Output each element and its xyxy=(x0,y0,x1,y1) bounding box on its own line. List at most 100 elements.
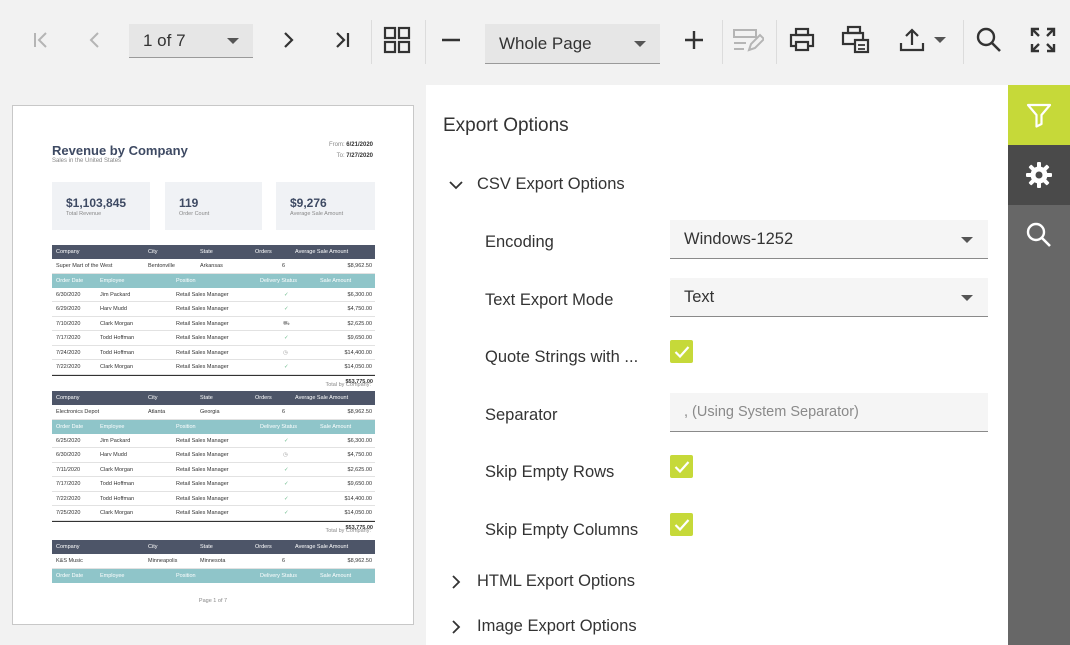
report-title: Revenue by Company xyxy=(52,143,188,158)
print-page-icon xyxy=(841,25,870,54)
zoom-selector[interactable]: Whole Page xyxy=(485,24,660,64)
order-row: 6/30/2020 Jim Packard Retail Sales Manager… xyxy=(52,288,375,302)
toolbar-divider xyxy=(425,20,426,64)
zoom-in-icon xyxy=(685,31,703,49)
order-row: 7/24/2020 Todd Hoffman Retail Sales Manage… xyxy=(52,346,375,360)
company-header-row: Company City State Orders Average Sale A… xyxy=(52,540,375,554)
report-group: Company City State Orders Average Sale A… xyxy=(52,540,375,583)
check-icon: ✓ xyxy=(284,291,289,298)
check-icon: ✓ xyxy=(284,364,289,370)
image-export-section-header[interactable]: Image Export Options xyxy=(444,617,637,636)
zoom-out-button[interactable] xyxy=(433,22,469,58)
editing-fields-button[interactable] xyxy=(730,22,766,58)
order-row: 6/29/2020 Harv Mudd Retail Sales Manager ✓ $… xyxy=(52,302,375,317)
company-header-row: Company City State Orders Average Sale A… xyxy=(52,391,375,405)
csv-section-label: CSV Export Options xyxy=(477,175,625,193)
toolbar-divider xyxy=(371,20,372,64)
filter-icon xyxy=(1026,103,1052,128)
page-selector[interactable]: 1 of 7 xyxy=(129,24,253,58)
chevron-down-icon xyxy=(634,40,646,47)
zoom-out-icon xyxy=(442,38,460,42)
check-icon: ✓ xyxy=(284,437,289,444)
gear-icon xyxy=(1026,162,1052,188)
chevron-right-icon xyxy=(444,574,468,589)
skip-empty-columns-checkbox[interactable] xyxy=(670,513,693,536)
page-footer: Page 1 of 7 xyxy=(198,598,228,604)
export-button[interactable] xyxy=(892,22,952,58)
tab-panel-sidebar xyxy=(1008,85,1070,645)
previous-page-button[interactable] xyxy=(77,22,113,58)
print-button[interactable] xyxy=(784,22,820,58)
order-row: 7/22/2020 Clark Morgan Retail Sales Manage… xyxy=(52,360,375,375)
search-icon xyxy=(1026,222,1051,247)
multipage-button[interactable] xyxy=(379,22,415,58)
chevron-down-icon xyxy=(227,37,239,44)
report-date-to: To: 7/27/2020 xyxy=(336,153,373,159)
report-group: Company City State Orders Average Sale A… xyxy=(52,245,375,388)
check-icon: ✓ xyxy=(284,495,289,502)
report-group: Company City State Orders Average Sale A… xyxy=(52,391,375,534)
image-section-label: Image Export Options xyxy=(477,617,637,635)
report-page: Revenue by Company Sales in the United S… xyxy=(12,105,414,625)
search-button[interactable] xyxy=(971,22,1007,58)
html-section-label: HTML Export Options xyxy=(477,572,636,590)
skip-empty-rows-checkbox[interactable] xyxy=(670,455,693,478)
html-export-section-header[interactable]: HTML Export Options xyxy=(444,572,635,591)
export-icon xyxy=(899,28,925,52)
check-icon: ✓ xyxy=(284,510,289,516)
text-export-mode-select[interactable]: Text xyxy=(670,278,988,317)
encoding-label: Encoding xyxy=(485,233,554,251)
kpi-card: $1,103,845 Total Revenue xyxy=(52,182,150,230)
order-row: 7/25/2020 Clark Morgan Retail Sales Manage… xyxy=(52,506,375,521)
check-icon: ✓ xyxy=(284,466,289,473)
check-icon: ✓ xyxy=(284,306,289,312)
tab-search[interactable] xyxy=(1008,205,1070,265)
chevron-down-icon xyxy=(444,180,468,190)
encoding-select[interactable]: Windows-1252 xyxy=(670,220,988,259)
multipage-icon xyxy=(383,26,411,54)
company-row: K&S Music Minneapolis Minnesota 6 $8,962… xyxy=(52,554,375,569)
chevron-down-icon xyxy=(934,37,946,43)
fullscreen-button[interactable] xyxy=(1025,22,1061,58)
quote-strings-checkbox[interactable] xyxy=(670,340,693,363)
zoom-in-button[interactable] xyxy=(676,22,712,58)
check-icon: ✓ xyxy=(284,335,289,341)
chevron-down-icon xyxy=(961,237,973,243)
order-header-row: Order Date Employee Position Delivery St… xyxy=(52,568,375,583)
order-header-row: Order Date Employee Position Delivery St… xyxy=(52,419,375,434)
toolbar-divider xyxy=(776,20,777,64)
toolbar-divider xyxy=(722,20,723,64)
csv-export-section-header[interactable]: CSV Export Options xyxy=(444,175,625,194)
skip-empty-columns-label: Skip Empty Columns xyxy=(485,521,639,539)
report-subtitle: Sales in the United States xyxy=(52,158,122,164)
tab-parameters[interactable] xyxy=(1008,85,1070,145)
chevron-down-icon xyxy=(961,295,973,301)
tab-export-options[interactable] xyxy=(1008,145,1070,205)
separator-label: Separator xyxy=(485,406,558,424)
last-page-button[interactable] xyxy=(324,22,360,58)
check-icon: ✓ xyxy=(284,481,289,487)
first-page-button[interactable] xyxy=(23,22,59,58)
next-page-icon xyxy=(284,32,294,48)
checkmark-icon xyxy=(674,345,689,358)
panel-title: Export Options xyxy=(443,115,569,136)
report-preview[interactable]: Revenue by Company Sales in the United S… xyxy=(0,85,426,645)
text-export-mode-value: Text xyxy=(684,287,715,306)
order-row: 7/22/2020 Todd Hoffman Retail Sales Manage… xyxy=(52,492,375,506)
order-row: 7/17/2020 Todd Hoffman Retail Sales Manage… xyxy=(52,331,375,346)
previous-page-icon xyxy=(89,32,99,48)
print-icon xyxy=(789,27,815,52)
clock-icon: ◷ xyxy=(283,452,288,458)
order-row: 7/17/2020 Todd Hoffman Retail Sales Manage… xyxy=(52,477,375,492)
truck-icon: ⛟ xyxy=(283,320,290,327)
zoom-selector-value: Whole Page xyxy=(499,33,592,53)
group-total-row: Total by Company: $53,775.00 xyxy=(52,374,375,388)
company-header-row: Company City State Orders Average Sale A… xyxy=(52,245,375,259)
separator-input[interactable] xyxy=(670,393,988,432)
print-page-button[interactable] xyxy=(838,22,874,58)
kpi-card: $9,276 Average Sale Amount xyxy=(276,182,375,230)
order-row: 6/25/2020 Jim Packard Retail Sales Manager… xyxy=(52,434,375,448)
toolbar: 1 of 7 Whole Page xyxy=(0,0,1070,85)
next-page-button[interactable] xyxy=(270,22,306,58)
checkmark-icon xyxy=(674,460,689,473)
